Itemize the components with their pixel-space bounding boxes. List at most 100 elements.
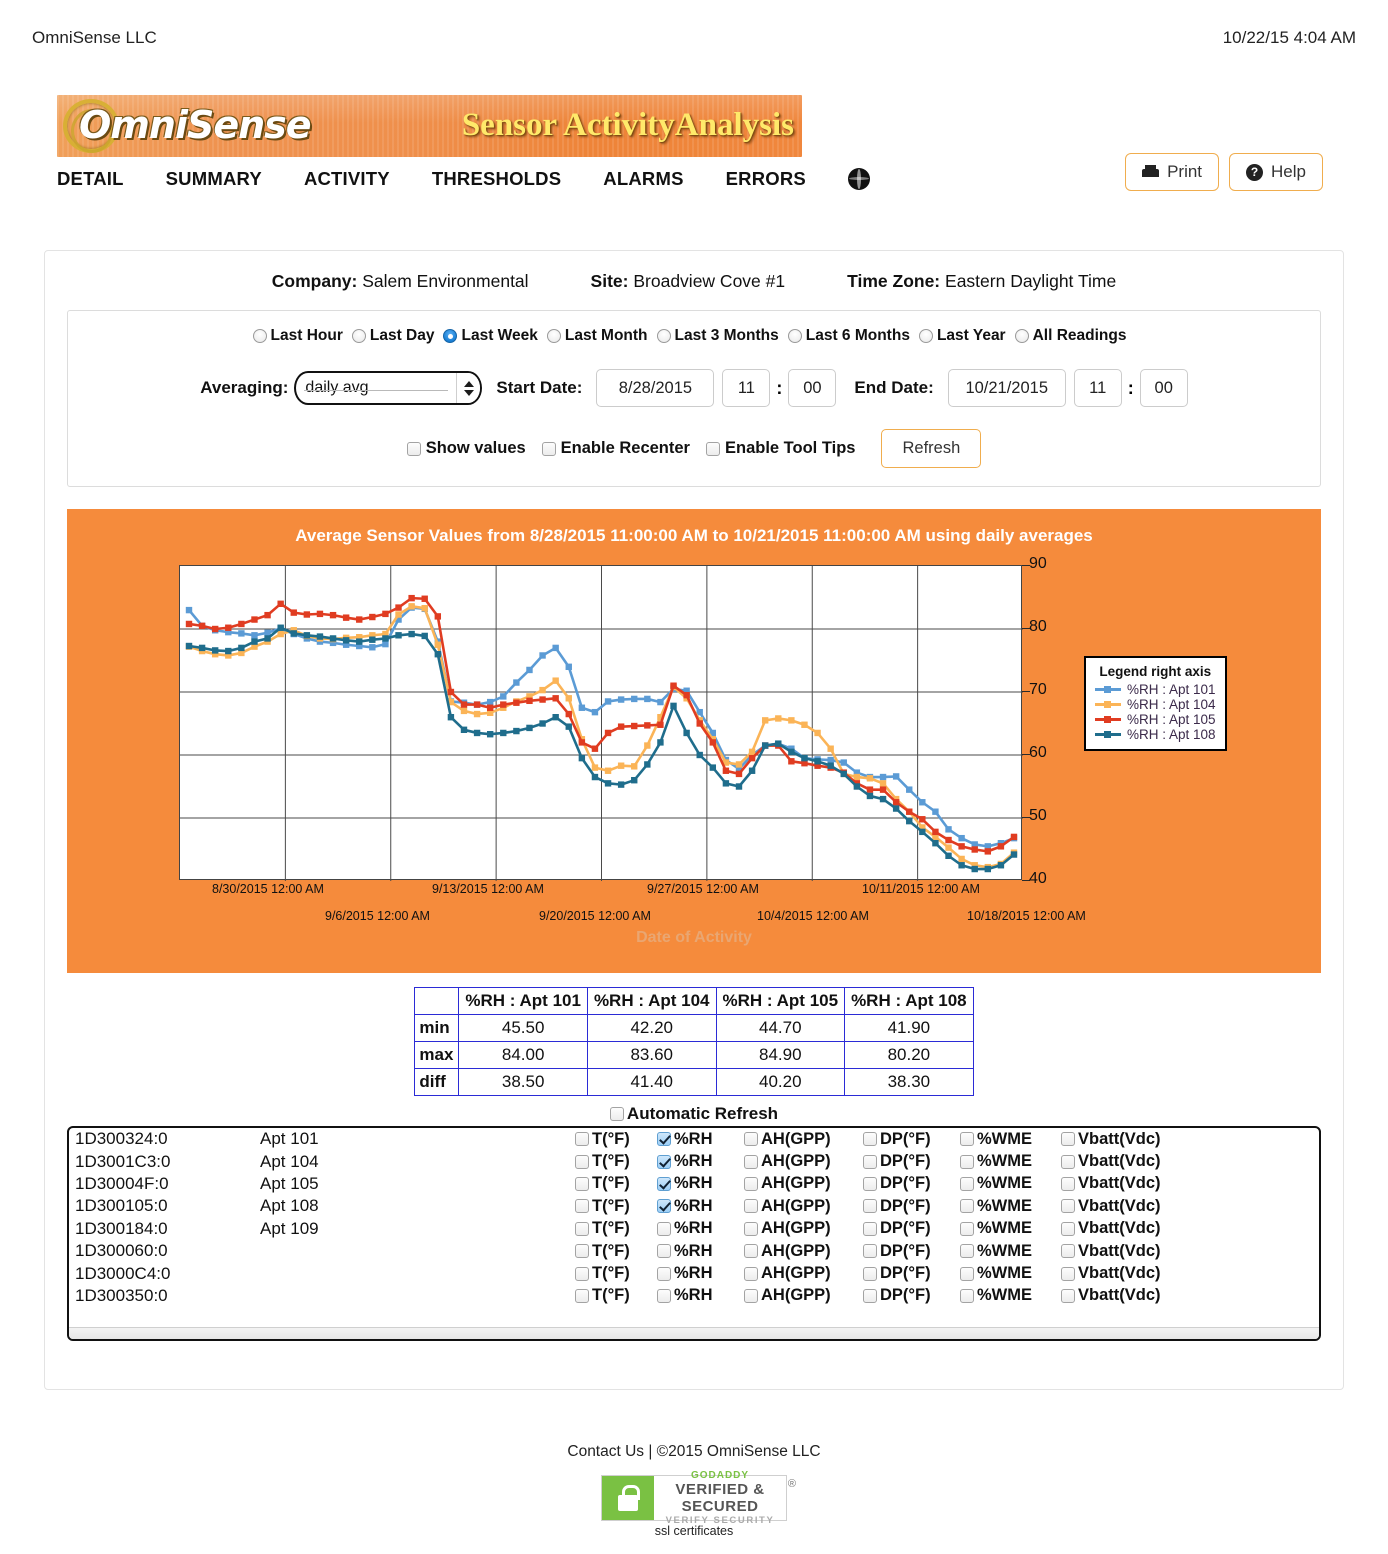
enable-recenter-checkbox[interactable]: Enable Recenter [541,439,690,458]
sensor-metric-checkbox[interactable]: %WME [960,1152,1048,1171]
sensor-metric-checkbox-input[interactable] [1061,1176,1075,1191]
sensor-metric-checkbox[interactable]: T(°F) [575,1286,644,1305]
sensor-metric-checkbox-input[interactable] [744,1199,758,1214]
sensor-metric-checkbox-input[interactable] [657,1244,671,1259]
automatic-refresh-row[interactable]: Automatic Refresh [45,1104,1343,1124]
sensor-metric-checkbox[interactable]: %RH [657,1130,731,1149]
footer-contact-line[interactable]: Contact Us | ©2015 OmniSense LLC [0,1443,1388,1461]
legend-item-apt104[interactable]: %RH : Apt 104 [1095,697,1216,712]
sensor-metric-checkbox[interactable]: DP(°F) [863,1197,947,1216]
sensor-metric-checkbox-input[interactable] [657,1132,671,1147]
sensor-metric-checkbox-input[interactable] [657,1199,671,1214]
radio-last-year[interactable]: Last Year [918,327,1006,345]
radio-last-month[interactable]: Last Month [546,327,648,345]
sensor-metric-checkbox-input[interactable] [575,1176,589,1191]
sensor-metric-checkbox-input[interactable] [1061,1244,1075,1259]
sensor-metric-checkbox-input[interactable] [863,1199,877,1214]
sensor-metric-checkbox-input[interactable] [863,1176,877,1191]
sensor-metric-checkbox[interactable]: %RH [657,1286,731,1305]
sensor-metric-checkbox[interactable]: AH(GPP) [744,1152,850,1171]
sensor-metric-checkbox[interactable]: %WME [960,1219,1048,1238]
sensor-metric-checkbox-input[interactable] [960,1154,974,1169]
sensor-metric-checkbox-input[interactable] [1061,1199,1075,1214]
sensor-metric-checkbox[interactable]: AH(GPP) [744,1174,850,1193]
enable-recenter-checkbox-input[interactable] [541,441,556,456]
radio-all-readings-input[interactable] [1014,329,1029,343]
radio-last-month-input[interactable] [546,329,561,343]
radio-last-day-input[interactable] [351,329,366,343]
sensor-metric-checkbox-input[interactable] [744,1288,758,1303]
sensor-metric-checkbox-input[interactable] [657,1266,671,1281]
sensor-metric-checkbox-input[interactable] [657,1176,671,1191]
radio-last-week-input[interactable] [443,329,458,343]
nav-item-detail[interactable]: DETAIL [57,165,124,193]
radio-last-day[interactable]: Last Day [351,327,434,345]
nav-item-activity[interactable]: ACTIVITY [304,165,390,193]
sensor-metric-checkbox[interactable]: DP(°F) [863,1152,947,1171]
sensor-metric-checkbox-input[interactable] [744,1221,758,1236]
sensor-metric-checkbox[interactable]: Vbatt(Vdc) [1061,1174,1161,1193]
radio-last-hour-input[interactable] [252,329,267,343]
nav-item-thresholds[interactable]: THRESHOLDS [432,165,561,193]
sensor-metric-checkbox[interactable]: %RH [657,1197,731,1216]
sensor-metric-checkbox-input[interactable] [960,1221,974,1236]
refresh-button[interactable]: Refresh [881,429,982,468]
sensor-metric-checkbox-input[interactable] [657,1154,671,1169]
sensor-metric-checkbox-input[interactable] [575,1244,589,1259]
sensor-metric-checkbox-input[interactable] [960,1132,974,1147]
sensor-metric-checkbox[interactable]: DP(°F) [863,1286,947,1305]
enable-tooltips-checkbox[interactable]: Enable Tool Tips [705,439,855,458]
print-button[interactable]: Print [1125,153,1220,191]
sensor-metric-checkbox[interactable]: T(°F) [575,1174,644,1193]
radio-last-hour[interactable]: Last Hour [252,327,343,345]
sensor-metric-checkbox[interactable]: AH(GPP) [744,1286,850,1305]
sensor-metric-checkbox-input[interactable] [1061,1288,1075,1303]
sensor-metric-checkbox-input[interactable] [744,1244,758,1259]
radio-last-6-months[interactable]: Last 6 Months [787,327,910,345]
sensor-metric-checkbox[interactable]: T(°F) [575,1152,644,1171]
sensor-metric-checkbox[interactable]: T(°F) [575,1242,644,1261]
sensor-metric-checkbox[interactable]: %WME [960,1130,1048,1149]
show-values-checkbox-input[interactable] [406,441,421,456]
sensor-metric-checkbox[interactable]: AH(GPP) [744,1219,850,1238]
nav-item-summary[interactable]: SUMMARY [166,165,262,193]
sensor-metric-checkbox[interactable]: %WME [960,1264,1048,1283]
sensor-metric-checkbox[interactable]: T(°F) [575,1219,644,1238]
sensor-metric-checkbox-input[interactable] [575,1266,589,1281]
sensor-metric-checkbox-input[interactable] [863,1221,877,1236]
sensor-metric-checkbox-input[interactable] [1061,1266,1075,1281]
godaddy-ssl-badge[interactable]: GODADDY VERIFIED & SECURED VERIFY SECURI… [601,1470,796,1526]
enable-tooltips-checkbox-input[interactable] [705,441,720,456]
radio-last-week[interactable]: Last Week [443,327,538,345]
sensor-metric-checkbox[interactable]: %RH [657,1242,731,1261]
end-hour-input[interactable]: 11 [1073,369,1122,407]
sensor-metric-checkbox[interactable]: T(°F) [575,1197,644,1216]
sensor-metric-checkbox-input[interactable] [744,1132,758,1147]
sensor-metric-checkbox-input[interactable] [960,1199,974,1214]
sensor-metric-checkbox[interactable]: Vbatt(Vdc) [1061,1219,1161,1238]
end-minute-input[interactable]: 00 [1139,369,1188,407]
sensor-metric-checkbox-input[interactable] [960,1266,974,1281]
sensor-metric-checkbox-input[interactable] [657,1288,671,1303]
sensor-metric-checkbox-input[interactable] [863,1132,877,1147]
chevron-updown-icon[interactable] [456,373,481,403]
start-minute-input[interactable]: 00 [788,369,837,407]
chart-plot-area[interactable] [179,565,1023,881]
sensor-metric-checkbox[interactable]: T(°F) [575,1264,644,1283]
show-values-checkbox[interactable]: Show values [406,439,526,458]
sensor-metric-checkbox[interactable]: DP(°F) [863,1219,947,1238]
sensor-metric-checkbox[interactable]: %WME [960,1197,1048,1216]
sensor-list-box[interactable]: 1D300324:0 Apt 101 T(°F) %RH AH(GPP) DP(°F) %W… [67,1126,1321,1341]
sensor-metric-checkbox[interactable]: AH(GPP) [744,1264,850,1283]
sensor-metric-checkbox-input[interactable] [863,1266,877,1281]
legend-item-apt101[interactable]: %RH : Apt 101 [1095,682,1216,697]
radio-last-6-months-input[interactable] [787,329,802,343]
averaging-select[interactable]: daily avg [294,371,483,405]
sensor-metric-checkbox-input[interactable] [575,1132,589,1147]
sensor-metric-checkbox[interactable]: Vbatt(Vdc) [1061,1264,1161,1283]
start-date-input[interactable]: 8/28/2015 [596,369,715,407]
sensor-metric-checkbox-input[interactable] [657,1221,671,1236]
start-hour-input[interactable]: 11 [722,369,771,407]
sensor-metric-checkbox-input[interactable] [744,1154,758,1169]
legend-item-apt108[interactable]: %RH : Apt 108 [1095,727,1216,742]
